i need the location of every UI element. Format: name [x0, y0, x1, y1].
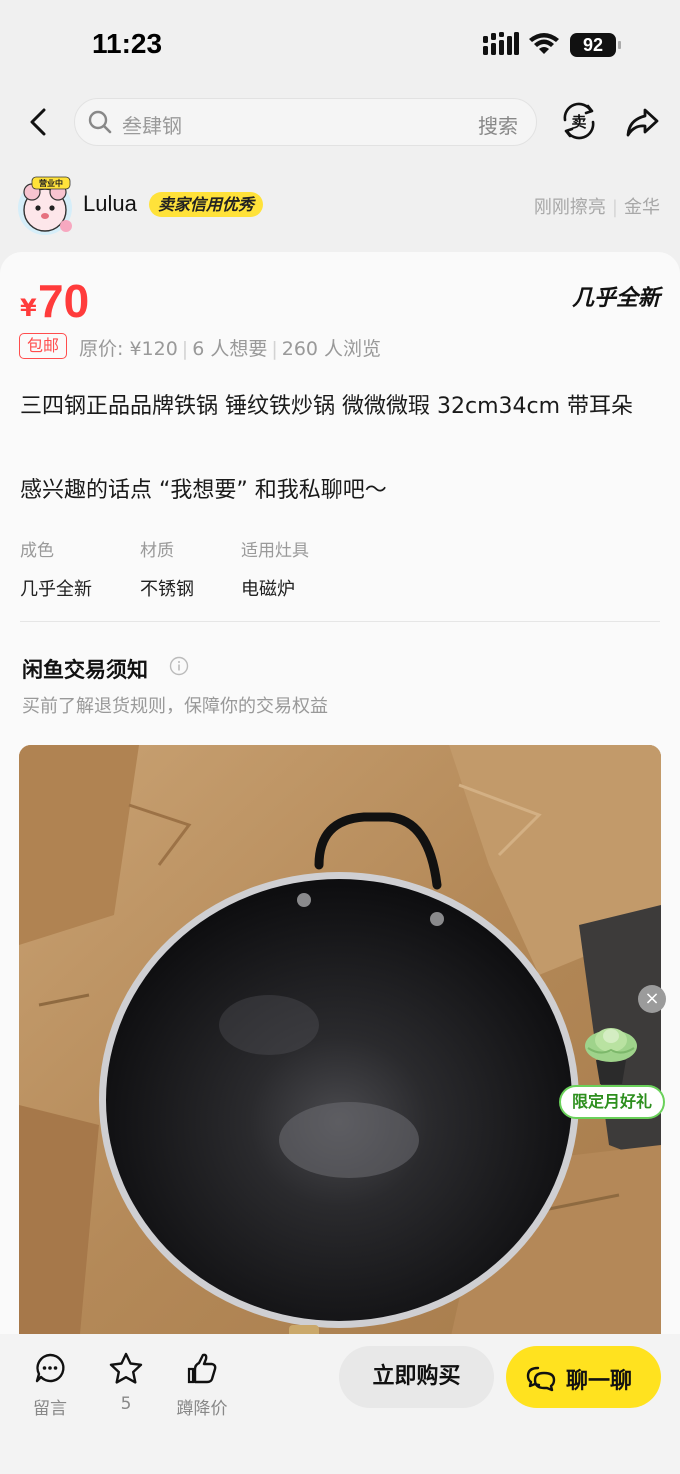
cellular-signal-icon: [483, 32, 519, 55]
price-drop-button[interactable]: 蹲降价: [167, 1352, 237, 1419]
seller-avatar[interactable]: 营业中: [12, 172, 78, 238]
comment-icon: [35, 1353, 65, 1383]
chat-label: 聊一聊: [566, 1369, 633, 1394]
price-currency: ¥: [20, 294, 37, 322]
sell-similar-icon[interactable]: 卖: [558, 100, 600, 142]
status-bar: 11:23 92: [0, 0, 680, 92]
wifi-icon: [529, 33, 559, 54]
comment-button[interactable]: 留言: [15, 1352, 85, 1419]
buy-now-button[interactable]: 立即购买: [339, 1346, 494, 1408]
attribute-stove: 适用灶具 电磁炉: [241, 541, 309, 600]
seller-meta: 刚刚擦亮 | 金华: [533, 197, 660, 218]
divider: [20, 621, 660, 622]
trade-notice-title[interactable]: 闲鱼交易须知: [22, 654, 148, 684]
promo-close-button[interactable]: ×: [638, 985, 666, 1013]
attribute-material: 材质 不锈钢: [140, 541, 194, 600]
product-photo[interactable]: [19, 745, 661, 1345]
polished-time: 刚刚擦亮: [533, 197, 606, 218]
price-drop-hand-icon: [187, 1353, 217, 1384]
share-icon[interactable]: [622, 102, 662, 142]
search-input[interactable]: 叁肆钢: [122, 110, 182, 139]
credit-badge: 卖家信用优秀: [149, 192, 264, 217]
star-icon: [109, 1352, 143, 1384]
back-arrow-icon[interactable]: [22, 104, 56, 140]
product-title: 三四钢正品品牌铁锅 锤纹铁炒锅 微微微瑕 32cm34cm 带耳朵: [20, 394, 634, 419]
search-icon: [88, 110, 112, 134]
promo-label[interactable]: 限定月好礼: [559, 1085, 665, 1119]
product-stats: 原价: ¥120 | 6 人想要 | 260 人浏览: [79, 338, 382, 360]
succulent-plant-icon[interactable]: [580, 1016, 642, 1086]
trade-notice-subtitle: 买前了解退货规则，保障你的交易权益: [22, 696, 328, 717]
wants-count: 6 人想要: [192, 338, 268, 360]
free-shipping-badge: 包邮: [19, 333, 67, 359]
battery-level: 92: [570, 33, 616, 57]
original-price: 原价: ¥120: [79, 338, 178, 360]
battery-icon: 92: [570, 33, 622, 57]
price: 70: [38, 275, 90, 327]
search-button[interactable]: 搜索: [478, 110, 518, 139]
info-icon[interactable]: [169, 656, 189, 676]
svg-text:卖: 卖: [571, 113, 586, 131]
seller-name[interactable]: Lulua: [83, 191, 137, 217]
search-bar[interactable]: 叁肆钢 搜索: [74, 98, 537, 146]
product-description: 感兴趣的话点 “我想要” 和我私聊吧～: [20, 478, 387, 503]
chat-button[interactable]: 聊一聊: [506, 1346, 661, 1408]
status-time: 11:23: [92, 28, 163, 59]
svg-text:营业中: 营业中: [39, 178, 63, 188]
attribute-condition: 成色 几乎全新: [20, 541, 92, 600]
views-count: 260 人浏览: [281, 338, 382, 360]
location: 金华: [624, 197, 660, 218]
condition-badge: 几乎全新: [569, 286, 662, 311]
chat-icon: [526, 1366, 556, 1392]
favorite-button[interactable]: 5: [91, 1352, 161, 1414]
